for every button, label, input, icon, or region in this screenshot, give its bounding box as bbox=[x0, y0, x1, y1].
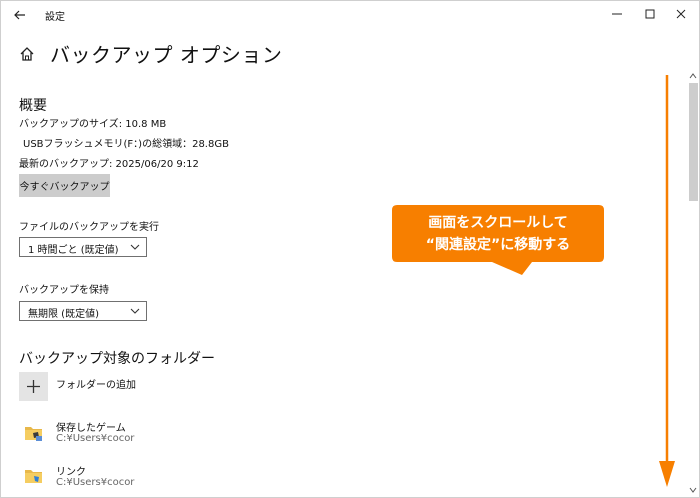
annotation-line-1: 画面をスクロールして bbox=[428, 215, 568, 231]
folder-name[interactable]: リンク bbox=[56, 463, 86, 478]
folders-heading: バックアップ対象のフォルダー bbox=[19, 351, 215, 367]
folder-path: C:¥Users¥cocor bbox=[56, 433, 135, 444]
keep-backup-dropdown[interactable]: 無期限 (既定値) bbox=[19, 301, 147, 321]
annotation-line-2: “関連設定”に移動する bbox=[425, 237, 571, 253]
scroll-down-icon[interactable] bbox=[687, 485, 699, 495]
folder-icon bbox=[25, 470, 42, 483]
folder-name[interactable]: 保存したゲーム bbox=[56, 419, 126, 434]
plus-icon bbox=[27, 380, 40, 393]
keep-backup-value: 無期限 (既定値) bbox=[28, 309, 99, 320]
run-backup-dropdown[interactable]: 1 時間ごと (既定値) bbox=[19, 237, 147, 257]
back-arrow-icon[interactable] bbox=[11, 6, 29, 24]
settings-window: 設定 バックアップ オプション 概要 バックアップのサイズ: 10.8 MB U… bbox=[0, 0, 700, 498]
scroll-up-icon[interactable] bbox=[687, 71, 699, 81]
overview-heading: 概要 bbox=[19, 98, 47, 114]
window-title: 設定 bbox=[45, 12, 65, 23]
home-icon[interactable] bbox=[18, 45, 36, 63]
run-backup-value: 1 時間ごと (既定値) bbox=[28, 245, 119, 256]
last-backup-text: 最新のバックアップ: 2025/06/20 9:12 bbox=[19, 159, 199, 170]
backup-size-text: バックアップのサイズ: 10.8 MB bbox=[19, 119, 167, 130]
chevron-down-icon bbox=[130, 308, 140, 314]
total-space-text: USBフラッシュメモリ(F：)の総領域：28.8GB bbox=[23, 139, 229, 150]
title-bar: 設定 bbox=[1, 1, 699, 31]
folder-icon bbox=[25, 427, 42, 441]
chevron-down-icon bbox=[130, 244, 140, 250]
page-title: バックアップ オプション bbox=[50, 43, 283, 67]
annotation-text: 画面をスクロールして “関連設定”に移動する bbox=[399, 212, 597, 256]
scroll-down-arrow-annotation bbox=[659, 75, 675, 487]
folder-path: C:¥Users¥cocor bbox=[56, 477, 135, 488]
minimize-icon[interactable] bbox=[607, 5, 627, 23]
run-backup-label: ファイルのバックアップを実行 bbox=[19, 222, 159, 233]
keep-backup-label: バックアップを保持 bbox=[19, 285, 109, 296]
scrollbar-thumb[interactable] bbox=[689, 83, 698, 201]
backup-now-button[interactable]: 今すぐバックアップ bbox=[19, 174, 110, 197]
close-icon[interactable] bbox=[671, 5, 691, 23]
add-folder-label[interactable]: フォルダーの追加 bbox=[56, 376, 136, 391]
maximize-icon[interactable] bbox=[640, 5, 660, 23]
add-folder-button[interactable] bbox=[19, 372, 48, 401]
